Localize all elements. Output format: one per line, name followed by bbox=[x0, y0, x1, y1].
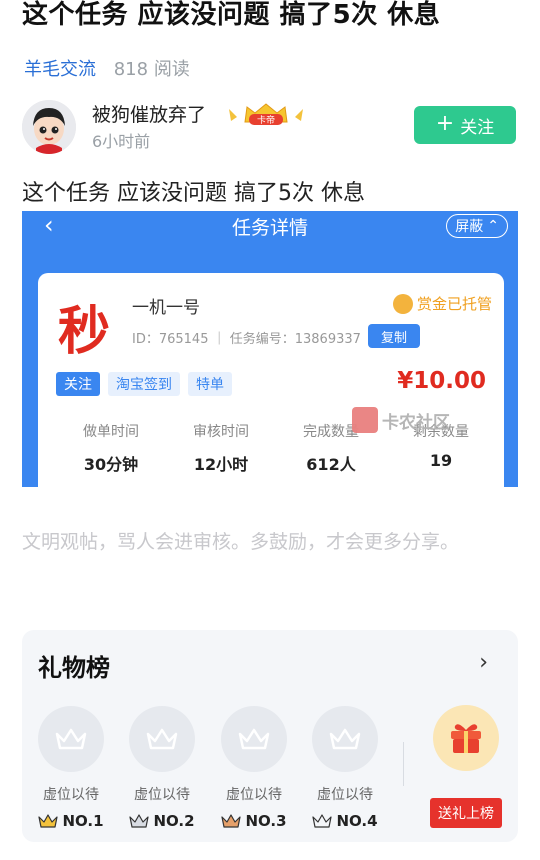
read-count: 818 阅读 bbox=[113, 59, 190, 80]
comment-notice: 文明观帖，骂人会进审核。多鼓励，才会更多分享。 bbox=[22, 531, 460, 553]
empty-crown-icon bbox=[129, 706, 195, 772]
slot-rank: NO.3 bbox=[219, 812, 289, 830]
badge-label: 卡帝 bbox=[257, 114, 275, 126]
ranking-slot: 虚位以待 NO.3 bbox=[219, 706, 289, 830]
tag: 关注 bbox=[56, 372, 100, 396]
watermark: 卡农社区 bbox=[352, 407, 450, 433]
stat-label: 做单时间 bbox=[83, 424, 139, 440]
crown-icon bbox=[38, 814, 59, 828]
gift-box-icon[interactable] bbox=[433, 705, 499, 771]
watermark-logo-icon bbox=[352, 407, 378, 433]
slot-rank: NO.1 bbox=[36, 812, 106, 830]
slot-label: 虚位以待 bbox=[317, 787, 373, 803]
block-label: 屏蔽 bbox=[455, 219, 484, 235]
tag: 特单 bbox=[188, 372, 232, 396]
divider bbox=[403, 742, 404, 786]
empty-crown-icon bbox=[38, 706, 104, 772]
task-char: 秒 bbox=[58, 301, 111, 362]
gift-ranking-title: 礼物榜 bbox=[38, 654, 110, 682]
task-tags: 关注 淘宝签到 特单 bbox=[56, 372, 232, 396]
ranking-slot: 虚位以待 NO.2 bbox=[127, 706, 197, 830]
copy-button: 复制 bbox=[368, 324, 420, 348]
stat: 做单时间 30分钟 bbox=[56, 421, 166, 475]
follow-label: 关注 bbox=[460, 117, 495, 138]
post-image[interactable]: ‹ 任务详情 屏蔽 ⌃ 秒 一机一号 赏金已托管 ID：765145 ｜ 任务编… bbox=[22, 211, 518, 487]
post-title: 这个任务 应该没问题 搞了5次 休息 bbox=[22, 0, 441, 30]
escrow-label: 赏金已托管 bbox=[416, 295, 492, 313]
slot-label: 虚位以待 bbox=[226, 787, 282, 803]
task-id-line: ID：765145 ｜ 任务编号：13869337 bbox=[132, 332, 361, 347]
stat-value: 19 bbox=[429, 451, 453, 470]
crown-icon bbox=[129, 814, 150, 828]
ranking-slot: 虚位以待 NO.1 bbox=[36, 706, 106, 830]
stat-value: 612人 bbox=[306, 455, 356, 474]
stat: 审核时间 12小时 bbox=[166, 421, 276, 475]
gift-ranking-panel: 礼物榜 › 虚位以待 NO.1 虚位以待 NO.2 虚位以待 NO.3 虚位以待… bbox=[22, 630, 518, 842]
task-price: ¥10.00 bbox=[397, 368, 486, 394]
slot-rank: NO.4 bbox=[310, 812, 380, 830]
task-card: 秒 一机一号 赏金已托管 ID：765145 ｜ 任务编号：13869337 复… bbox=[38, 273, 504, 487]
task-name: 一机一号 bbox=[132, 298, 200, 318]
author-row: 被狗催放弃了 卡帝 6小时前 + 关注 bbox=[22, 100, 518, 156]
author-name[interactable]: 被狗催放弃了 bbox=[92, 100, 206, 127]
watermark-text: 卡农社区 bbox=[382, 412, 450, 433]
plus-icon: + bbox=[435, 111, 455, 136]
empty-crown-icon bbox=[221, 706, 287, 772]
post-body: 这个任务 应该没问题 搞了5次 休息 bbox=[22, 181, 365, 206]
block-pill: 屏蔽 ⌃ bbox=[446, 214, 508, 238]
ranking-slot: 虚位以待 NO.4 bbox=[310, 706, 380, 830]
stat-value: 12小时 bbox=[193, 455, 249, 474]
chevron-up-icon: ⌃ bbox=[487, 218, 499, 234]
crown-icon bbox=[221, 814, 242, 828]
chevron-right-icon[interactable]: › bbox=[479, 650, 488, 675]
slot-label: 虚位以待 bbox=[43, 787, 99, 803]
category-link[interactable]: 羊毛交流 bbox=[24, 59, 96, 80]
stat-value: 30分钟 bbox=[83, 455, 139, 474]
money-bag-icon bbox=[392, 293, 413, 314]
follow-button[interactable]: + 关注 bbox=[414, 106, 516, 144]
send-gift-button[interactable]: 送礼上榜 bbox=[430, 798, 502, 828]
crown-badge-icon: 卡帝 bbox=[227, 103, 305, 127]
post-time: 6小时前 bbox=[92, 132, 151, 151]
tag: 淘宝签到 bbox=[108, 372, 180, 396]
crown-icon bbox=[312, 814, 333, 828]
image-header-title: 任务详情 bbox=[231, 217, 308, 239]
avatar[interactable] bbox=[22, 100, 76, 154]
slot-rank: NO.2 bbox=[127, 812, 197, 830]
stat-label: 审核时间 bbox=[193, 424, 249, 440]
escrow-status: 赏金已托管 bbox=[392, 293, 492, 314]
post-meta: 羊毛交流 818 阅读 bbox=[24, 55, 190, 81]
image-header: ‹ 任务详情 屏蔽 ⌃ bbox=[22, 211, 518, 241]
empty-crown-icon bbox=[312, 706, 378, 772]
slot-label: 虚位以待 bbox=[134, 787, 190, 803]
